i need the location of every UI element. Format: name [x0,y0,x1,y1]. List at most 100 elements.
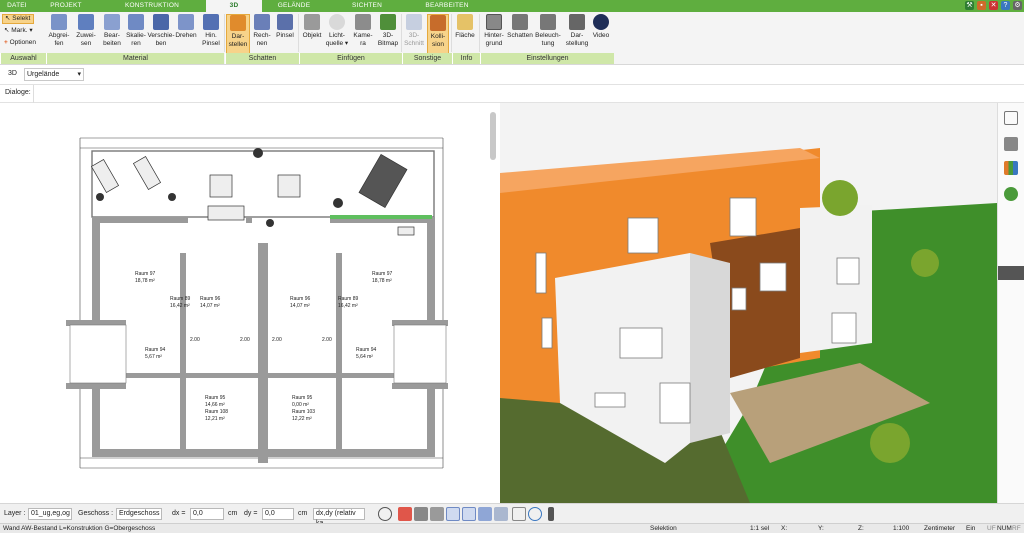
angle-snap-icon[interactable] [462,507,476,521]
object-icon[interactable] [430,507,444,521]
section-cut-label: 3D- Schnitt [404,32,424,47]
vertical-scrollbar[interactable] [490,112,496,160]
area-icon [457,14,473,30]
print-icon[interactable] [414,507,428,521]
ribbon: ↖ Selekt ↖ Mark. ▾ + Optionen Abgrei- fe… [0,12,1024,65]
grid-icon[interactable] [512,507,526,521]
insert-object-label: Objekt [302,32,322,39]
group-auswahl: Auswahl [0,53,46,64]
tool-icon[interactable]: ⚒ [965,1,974,10]
tab-datei[interactable]: DATEI [0,0,34,12]
clock-icon[interactable] [378,507,392,521]
material-edit-button[interactable]: Bear- beiten [99,14,125,56]
terrain-dropdown-value: Urgelände [27,71,60,78]
3d-view-canvas[interactable] [500,103,997,503]
move-icon [153,14,169,30]
area-button[interactable]: Fläche [453,14,477,56]
video-label: Video [592,32,610,39]
settings-icon[interactable]: ⚙ [1013,1,1022,10]
room-area: 14,07 m² [200,303,220,309]
coordinate-mode-select[interactable]: dx,dy (relativ ka [313,508,365,527]
record-icon[interactable] [398,507,412,521]
pin-icon[interactable] [548,507,554,521]
options-button[interactable]: + Optionen [2,38,46,48]
delete-icon[interactable]: ✕ [989,1,998,10]
dy-input[interactable]: 0,0 [262,508,294,520]
layer-select[interactable]: 01_ug,eg,og [28,508,72,520]
insert-camera-button[interactable]: Kame- ra [351,14,375,56]
layer-label: Layer : [4,510,26,517]
shadow-compute-button[interactable]: Rech- nen [251,14,273,56]
layers-icon[interactable] [1004,111,1018,125]
floor-select[interactable]: Erdgeschoss [116,508,162,520]
material-edit-label: Bear- beiten [103,32,121,47]
dx-value: 0,0 [193,510,203,517]
group-material: Material [46,53,224,64]
chair-icon[interactable] [1004,137,1018,151]
room-name: Raum 97 [135,271,156,277]
room-name: Raum 103 [292,409,315,415]
status-ein: Ein [966,525,976,532]
tab-projekt[interactable]: PROJEKT [34,0,98,12]
panel-toggle-button[interactable] [998,266,1024,280]
shadow-brush-icon [277,14,293,30]
tree-icon[interactable] [1004,187,1018,201]
select-button[interactable]: ↖ Selekt [2,14,34,24]
tab-gelaende[interactable]: GELÄNDE [262,0,326,12]
layer-icon[interactable] [494,507,508,521]
floor-plan-canvas[interactable]: Raum 97 18,78 m² Raum 89 16,42 m² Raum 9… [0,103,498,501]
material-scale-button[interactable]: Skalie- ren [123,14,149,56]
shadow-brush-label: Pinsel [276,32,294,39]
north-icon[interactable] [528,507,542,521]
wall-snap-icon[interactable] [446,507,460,521]
material-palette-icon[interactable] [1004,161,1018,175]
tab-3d[interactable]: 3D [206,0,262,12]
dx-label: dx = [172,510,186,517]
collision-button[interactable]: Kolli- sion [427,14,449,56]
video-button[interactable]: Video [590,14,612,56]
material-move-label: Verschie- ben [147,32,175,47]
mark-button[interactable]: ↖ Mark. ▾ [2,26,42,36]
room-name: Raum 95 [292,395,313,401]
tab-bearbeiten[interactable]: BEARBEITEN [408,0,486,12]
room-name: Raum 94 [145,347,166,353]
tree-icon [380,14,396,30]
material-assign-button[interactable]: Zuwei- sen [73,14,99,56]
material-brush-button[interactable]: Hin. Pinsel [199,14,223,56]
group-info: Info [452,53,480,64]
mark-label: Mark. [11,27,28,34]
bottom-toolbar: Layer : 01_ug,eg,og Geschoss : Erdgescho… [0,503,1024,527]
tab-sichten[interactable]: SICHTEN [326,0,408,12]
room-name: Raum 108 [205,409,228,415]
insert-light-button[interactable]: Licht- quelle ▾ [325,14,349,56]
material-pick-button[interactable]: Abgrei- fen [46,14,72,56]
status-y: Y: [818,525,824,532]
terrain-dropdown[interactable]: Urgelände ▾ [24,68,84,81]
tab-konstruktion[interactable]: KONSTRUKTION [98,0,206,12]
ribbon-separator [451,14,452,52]
save-icon[interactable]: ▪ [977,1,986,10]
chevron-down-icon: ▾ [77,71,81,78]
insert-bitmap-button[interactable]: 3D- Bitmap [376,14,400,56]
edit-icon [104,14,120,30]
room-area: 0,00 m² [292,402,309,408]
lighting-button[interactable]: Beleuch- tung [534,14,562,56]
display-button[interactable]: Dar- stellung [563,14,591,56]
material-move-button[interactable]: Verschie- ben [147,14,175,56]
background-button[interactable]: Hinter- grund [481,14,507,56]
status-mode: Selektion [650,525,677,532]
shadow-show-button[interactable]: Dar- stellen [226,14,250,56]
shadow-brush-button[interactable]: Pinsel [274,14,296,56]
room-name: Raum 89 [338,296,359,302]
plane-snap-icon[interactable] [478,507,492,521]
shadow-show-label: Dar- stellen [228,33,248,48]
dx-input[interactable]: 0,0 [190,508,224,520]
help-icon[interactable]: ? [1001,1,1010,10]
material-rotate-button[interactable]: Drehen [174,14,198,56]
shadow-settings-button[interactable]: Schatten [507,14,533,56]
room-area: 5,64 m² [356,354,373,360]
insert-object-button[interactable]: Objekt [300,14,324,56]
section-cut-button[interactable]: 3D- Schnitt [403,14,425,56]
ribbon-separator [224,14,225,52]
status-selection: 1:1 sel [750,525,770,532]
